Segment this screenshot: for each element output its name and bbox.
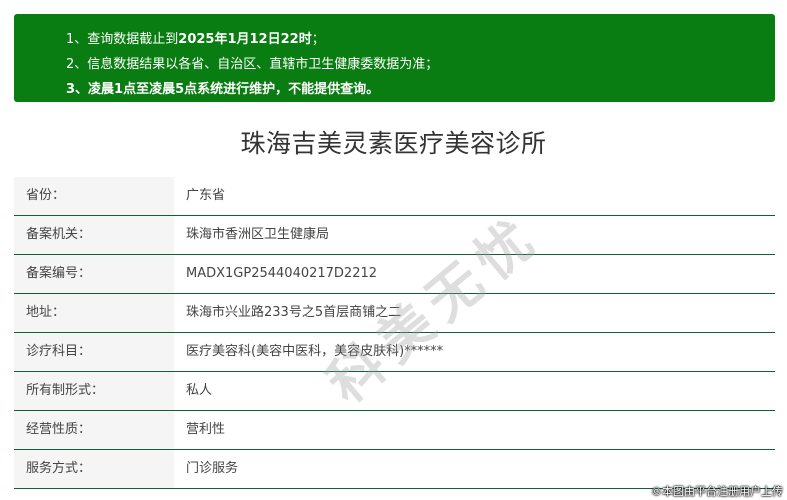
table-row-province: 省份： 广东省	[14, 177, 775, 216]
table-row-ownership: 所有制形式： 私人	[14, 372, 775, 411]
row-label: 所有制形式：	[14, 372, 174, 410]
row-value: 私人	[186, 383, 213, 398]
row-label: 备案机关：	[14, 216, 174, 254]
row-label: 经营性质：	[14, 411, 174, 449]
table-row-authority: 备案机关： 珠海市香洲区卫生健康局	[14, 216, 775, 255]
notice-banner: 1、查询数据截止到2025年1月12日22时； 2、信息数据结果以各省、自治区、…	[14, 14, 775, 102]
table-row-address: 地址： 珠海市兴业路233号之5首层商铺之二	[14, 294, 775, 333]
table-row-departments: 诊疗科目： 医疗美容科(美容中医科，美容皮肤科)******	[14, 333, 775, 372]
table-row-registration-number: 备案编号： MADX1GP2544040217D2212	[14, 255, 775, 294]
row-label: 省份：	[14, 177, 174, 215]
notice-line-1: 1、查询数据截止到2025年1月12日22时；	[66, 32, 325, 47]
notice-line-2: 2、信息数据结果以各省、自治区、直辖市卫生健康委数据为准；	[66, 57, 439, 72]
row-value: MADX1GP2544040217D2212	[186, 266, 378, 281]
row-value: 医疗美容科(美容中医科，美容皮肤科)******	[186, 344, 444, 359]
row-label: 地址：	[14, 294, 174, 332]
row-value: 珠海市香洲区卫生健康局	[186, 227, 330, 242]
row-label: 备案编号：	[14, 255, 174, 293]
row-label: 诊疗科目：	[14, 333, 174, 371]
notice-line-3: 3、凌晨1点至凌晨5点系统进行维护，不能提供查询。	[66, 82, 380, 97]
row-value: 珠海市兴业路233号之5首层商铺之二	[186, 305, 402, 320]
row-value: 营利性	[186, 422, 226, 437]
info-table: 省份： 广东省 备案机关： 珠海市香洲区卫生健康局 备案编号： MADX1GP2…	[14, 177, 775, 489]
row-label: 服务方式：	[14, 450, 174, 488]
copyright-notice: ©本图由平台注册用户上传	[651, 485, 783, 498]
page-title: 珠海吉美灵素医疗美容诊所	[240, 129, 547, 158]
row-value: 广东省	[186, 188, 226, 203]
table-row-business-nature: 经营性质： 营利性	[14, 411, 775, 450]
